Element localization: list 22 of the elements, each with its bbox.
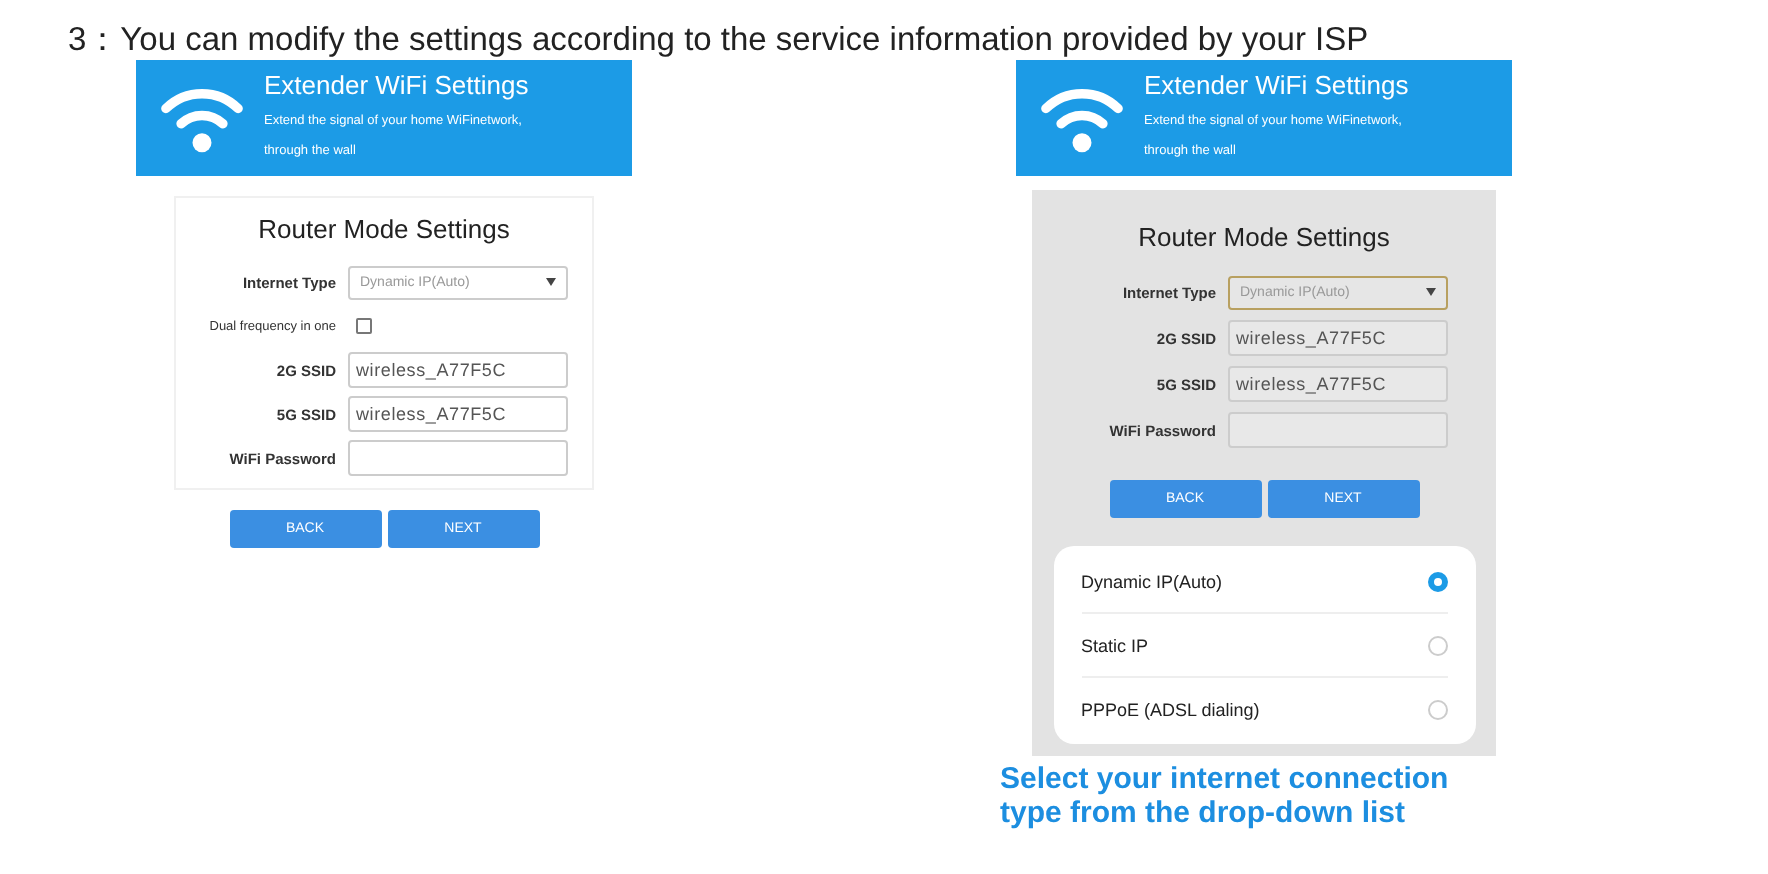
input-field[interactable]: wireless_A77F5C [348, 396, 568, 432]
caret-icon [546, 278, 556, 286]
caption-text: type from the drop-down list [1000, 796, 1407, 830]
input-field[interactable]: wireless_A77F5C [348, 352, 568, 388]
app-title: Extender WiFi Settings [264, 70, 529, 100]
radio-button[interactable] [1427, 699, 1447, 719]
checkbox[interactable] [356, 318, 372, 334]
input-field[interactable] [348, 440, 568, 476]
caption-text: Select your internet connection [1000, 762, 1451, 796]
radio-button[interactable] [1427, 635, 1447, 655]
input-field[interactable]: wireless_A77F5C [1228, 366, 1448, 402]
radio-button[interactable] [1427, 571, 1447, 591]
form-title: Router Mode Settings [256, 214, 512, 244]
option-item[interactable]: PPPoE (ADSL dialing) [1081, 676, 1447, 740]
caret-icon [1426, 288, 1436, 296]
step-heading: 3：You can modify the settings according to the service information provided by your ISP [66, 20, 1371, 56]
form-title: Router Mode Settings [1136, 222, 1392, 252]
app-title: Extender WiFi Settings [1144, 70, 1409, 100]
input-field[interactable]: wireless_A77F5C [1228, 320, 1448, 356]
option-item[interactable]: Static IP [1081, 612, 1447, 676]
input-field[interactable] [1228, 412, 1448, 448]
option-item[interactable]: Dynamic IP(Auto) [1081, 550, 1447, 612]
